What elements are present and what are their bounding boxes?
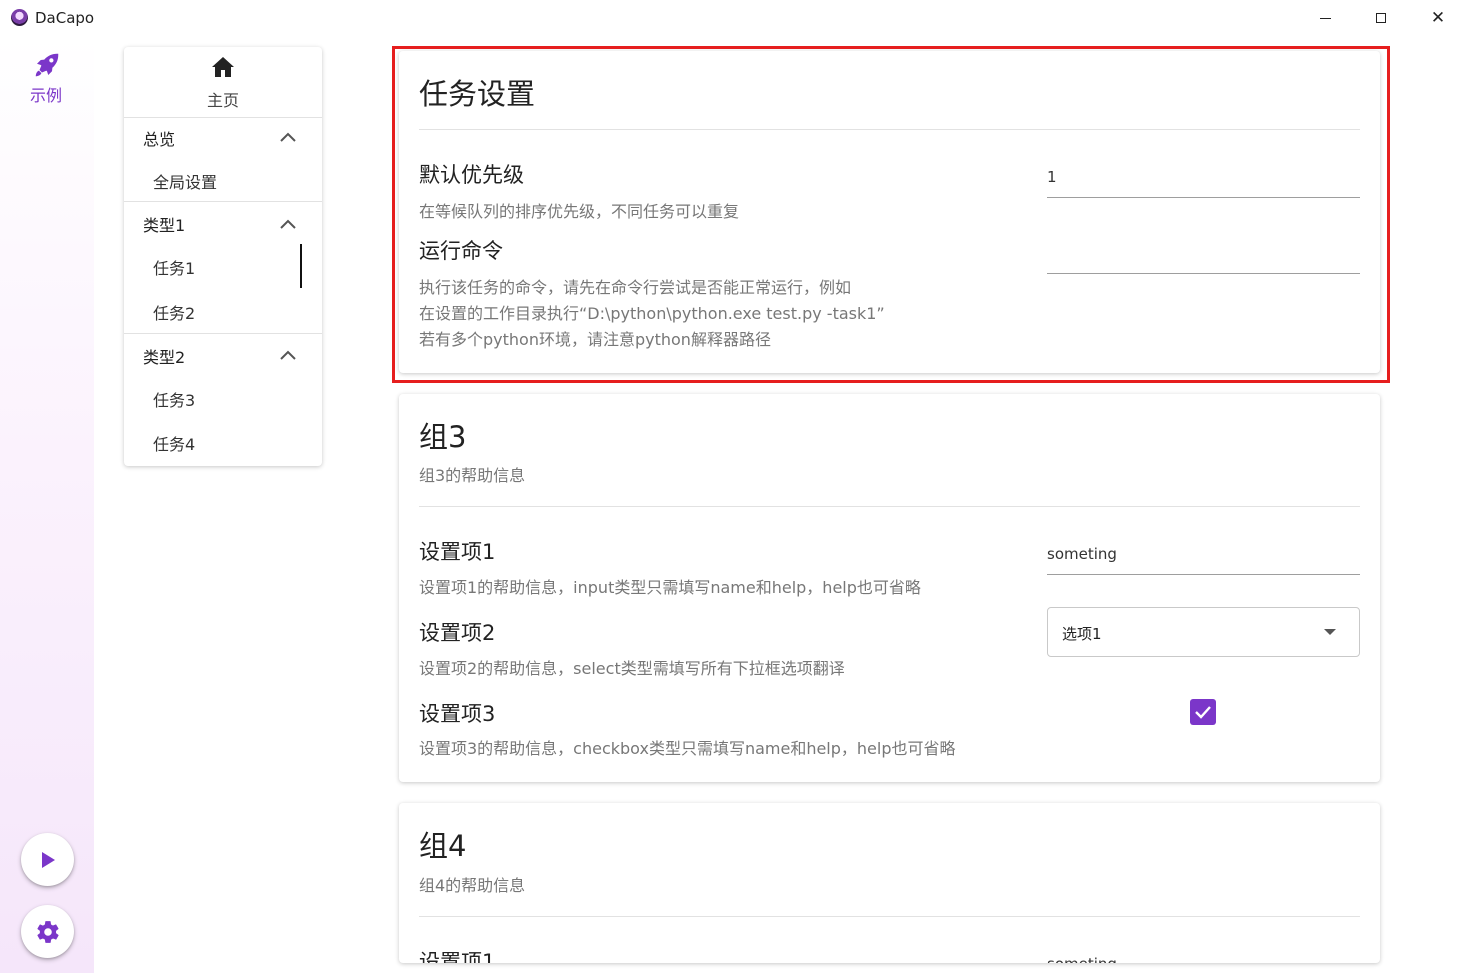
- nav-item-task2[interactable]: 任务2: [153, 300, 195, 324]
- card-help: 组3的帮助信息: [419, 466, 526, 485]
- setting1-input[interactable]: someting: [1047, 539, 1360, 575]
- checkmark-icon: [1195, 706, 1211, 719]
- setting-help-line: 执行该任务的命令，请先在命令行尝试是否能正常运行，例如: [419, 278, 852, 297]
- divider: [419, 129, 1360, 130]
- rocket-icon: [35, 53, 59, 77]
- chevron-up-icon[interactable]: [279, 218, 297, 230]
- home-nav-item[interactable]: 主页: [124, 47, 322, 117]
- divider: [419, 916, 1360, 917]
- divider: [124, 333, 322, 334]
- setting-help-line: 在设置的工作目录执行“D:\python\python.exe test.py …: [419, 304, 885, 323]
- run-button[interactable]: [21, 833, 74, 886]
- rail-item-label: 示例: [29, 86, 62, 105]
- maximize-button[interactable]: [1366, 6, 1396, 30]
- play-icon: [41, 851, 55, 868]
- setting-name: 设置项1: [419, 540, 496, 564]
- select-value: 选项1: [1062, 625, 1102, 643]
- group3-card: 组3 组3的帮助信息 设置项1 设置项1的帮助信息，input类型只需填写nam…: [399, 394, 1380, 782]
- command-input[interactable]: [1047, 238, 1360, 274]
- nav-group-overview[interactable]: 总览: [143, 126, 175, 150]
- setting-name: 设置项3: [419, 702, 496, 726]
- setting3-checkbox[interactable]: [1190, 699, 1216, 725]
- minimize-button[interactable]: [1310, 6, 1340, 30]
- setting-help: 设置项3的帮助信息，checkbox类型只需填写name和help，help也可…: [419, 739, 956, 758]
- nav-item-task3[interactable]: 任务3: [153, 387, 195, 411]
- home-icon: [212, 57, 234, 77]
- maximize-icon: [1376, 13, 1386, 23]
- settings-button[interactable]: [21, 905, 74, 958]
- minimize-icon: [1319, 17, 1331, 19]
- setting-help: 在等候队列的排序优先级，不同任务可以重复: [419, 202, 740, 221]
- setting1-input[interactable]: someting: [1047, 949, 1360, 963]
- setting-help: 设置项1的帮助信息，input类型只需填写name和help，help也可省略: [419, 578, 921, 597]
- setting-help-line: 若有多个python环境，请注意python解释器路径: [419, 330, 771, 349]
- card-title: 组4: [419, 829, 467, 863]
- nav-item-task1[interactable]: 任务1: [153, 255, 195, 279]
- app-title: DaCapo: [35, 9, 95, 27]
- title-bar: DaCapo ✕: [0, 0, 1467, 36]
- setting-name: 运行命令: [419, 239, 503, 263]
- task-navigation-panel: 主页 总览 全局设置 类型1 任务1 任务2 类型2 任务3 任务4: [124, 47, 322, 466]
- setting-name: 默认优先级: [419, 163, 524, 187]
- priority-input[interactable]: 1: [1047, 162, 1360, 198]
- setting2-select[interactable]: 选项1: [1047, 607, 1360, 657]
- settings-gear-icon: [36, 920, 59, 943]
- nav-item-task4[interactable]: 任务4: [153, 431, 195, 455]
- card-title: 组3: [419, 420, 467, 454]
- card-title: 任务设置: [419, 77, 536, 111]
- close-button[interactable]: ✕: [1423, 6, 1453, 30]
- rail-item-example[interactable]: 示例: [0, 50, 94, 110]
- home-label: 主页: [206, 91, 239, 110]
- dropdown-arrow-icon: [1324, 629, 1336, 635]
- chevron-up-icon[interactable]: [279, 131, 297, 143]
- nav-item-global-settings[interactable]: 全局设置: [153, 169, 217, 193]
- group4-card: 组4 组4的帮助信息 设置项1 someting: [399, 803, 1380, 963]
- divider: [419, 506, 1360, 507]
- active-item-indicator: [300, 244, 302, 288]
- setting-name: 设置项2: [419, 621, 496, 645]
- nav-group-type2[interactable]: 类型2: [143, 344, 185, 368]
- close-icon: ✕: [1430, 8, 1446, 28]
- task-settings-card: 任务设置 默认优先级 在等候队列的排序优先级，不同任务可以重复 1 运行命令 执…: [399, 51, 1380, 373]
- navigation-rail: 示例: [0, 36, 94, 973]
- divider: [124, 201, 322, 202]
- divider: [124, 117, 322, 118]
- setting-name: 设置项1: [419, 950, 496, 963]
- nav-group-type1[interactable]: 类型1: [143, 212, 185, 236]
- chevron-up-icon[interactable]: [279, 349, 297, 361]
- card-help: 组4的帮助信息: [419, 876, 526, 895]
- app-logo-icon: [11, 9, 28, 26]
- setting-help: 设置项2的帮助信息，select类型需填写所有下拉框选项翻译: [419, 659, 845, 678]
